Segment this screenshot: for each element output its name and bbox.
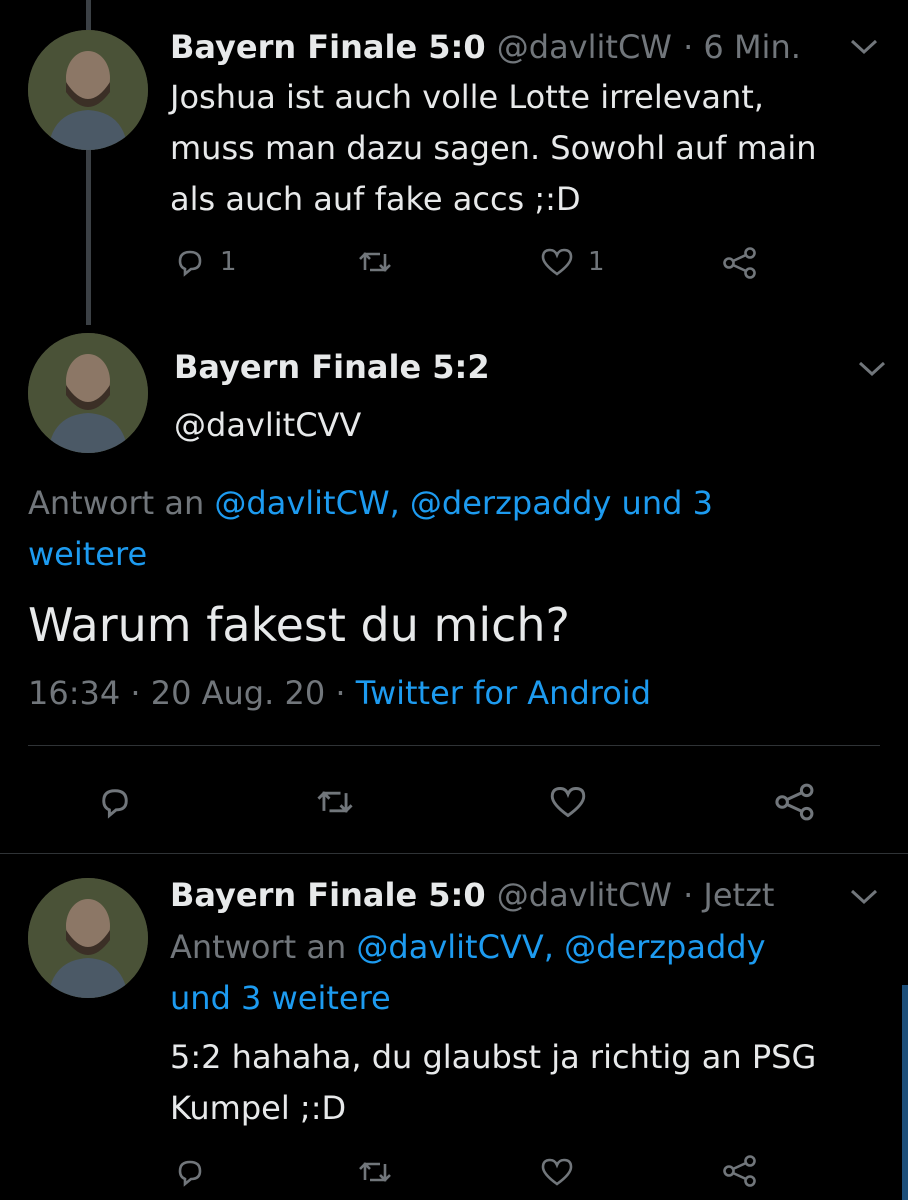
reply-button[interactable] <box>174 1156 206 1188</box>
like-icon <box>550 787 586 818</box>
tweet-text-line: Kumpel ;:D <box>170 1089 347 1127</box>
reply-mentions-more[interactable]: weitere <box>28 529 713 580</box>
share-button[interactable] <box>722 246 758 280</box>
avatar[interactable] <box>28 878 148 998</box>
like-button[interactable]: 1 <box>540 246 605 278</box>
share-icon <box>723 1155 756 1187</box>
retweet-icon <box>359 1162 391 1182</box>
reply-context: Antwort an @davlitCW, @derzpaddy und 3 w… <box>28 478 713 580</box>
reply-mentions[interactable]: @davlitCW, @derzpaddy und 3 <box>214 484 713 522</box>
tweet-meta: 16:34 · 20 Aug. 20 · Twitter for Android <box>28 668 651 719</box>
like-button[interactable] <box>548 784 588 820</box>
reply-prefix: Antwort an <box>28 484 205 522</box>
share-button[interactable] <box>774 782 816 822</box>
reply-button[interactable]: 1 <box>174 246 237 278</box>
like-button[interactable] <box>540 1156 574 1188</box>
tweet-text-line: 5:2 hahaha, du glaubst ja richtig an PSG <box>170 1038 817 1076</box>
avatar[interactable] <box>28 30 148 150</box>
handle[interactable]: @davlitCW <box>497 876 672 914</box>
divider <box>28 745 880 746</box>
reply-icon <box>178 250 202 277</box>
divider <box>0 853 908 854</box>
focus-tweet-text: Warum fakest du mich? <box>28 598 570 652</box>
chevron-down-icon[interactable] <box>856 358 888 380</box>
like-count: 1 <box>588 247 605 277</box>
share-icon <box>775 783 814 821</box>
like-icon <box>541 248 573 276</box>
timestamp[interactable]: · 6 Min. <box>683 28 801 66</box>
retweet-button[interactable] <box>356 1156 394 1188</box>
reply-count: 1 <box>220 247 237 277</box>
retweet-button[interactable] <box>356 246 394 278</box>
handle[interactable]: @davlitCVV <box>174 400 361 451</box>
tweet-source[interactable]: Twitter for Android <box>356 674 651 712</box>
display-name[interactable]: Bayern Finale 5:0 <box>170 876 486 914</box>
tweet-author-line: Bayern Finale 5:0 @davlitCW · 6 Min. <box>170 28 801 66</box>
reply-mentions-more[interactable]: und 3 weitere <box>170 973 766 1024</box>
chevron-down-icon[interactable] <box>848 36 880 58</box>
tweet-author-line: Bayern Finale 5:0 @davlitCW · Jetzt <box>170 876 774 914</box>
tweet-text-line: als auch auf fake accs ;:D <box>170 180 581 218</box>
tweet-text-line: muss man dazu sagen. Sowohl auf main <box>170 129 817 167</box>
reply-button[interactable] <box>96 784 134 820</box>
reply-icon <box>178 1160 202 1187</box>
handle[interactable]: @davlitCW <box>497 28 672 66</box>
share-icon <box>723 247 756 279</box>
retweet-icon <box>359 252 391 272</box>
retweet-icon <box>317 791 353 813</box>
scrollbar[interactable] <box>902 985 908 1200</box>
share-button[interactable] <box>722 1154 758 1188</box>
tweet-text: 5:2 hahaha, du glaubst ja richtig an PSG… <box>170 1032 816 1134</box>
reply-context: Antwort an @davlitCVV, @derzpaddy und 3 … <box>170 922 766 1024</box>
timestamp[interactable]: · Jetzt <box>683 876 774 914</box>
reply-mentions[interactable]: @davlitCVV, @derzpaddy <box>356 928 765 966</box>
reply-icon <box>102 789 128 819</box>
timestamp[interactable]: 16:34 · 20 Aug. 20 · <box>28 674 346 712</box>
reply-prefix: Antwort an <box>170 928 347 966</box>
display-name[interactable]: Bayern Finale 5:0 <box>170 28 486 66</box>
tweet-text-line: Joshua ist auch volle Lotte irrelevant, <box>170 78 764 116</box>
tweet-text: Joshua ist auch volle Lotte irrelevant, … <box>170 72 817 225</box>
display-name[interactable]: Bayern Finale 5:2 <box>174 348 490 386</box>
like-icon <box>541 1158 573 1186</box>
chevron-down-icon[interactable] <box>848 886 880 908</box>
avatar[interactable] <box>28 333 148 453</box>
retweet-button[interactable] <box>314 784 356 820</box>
